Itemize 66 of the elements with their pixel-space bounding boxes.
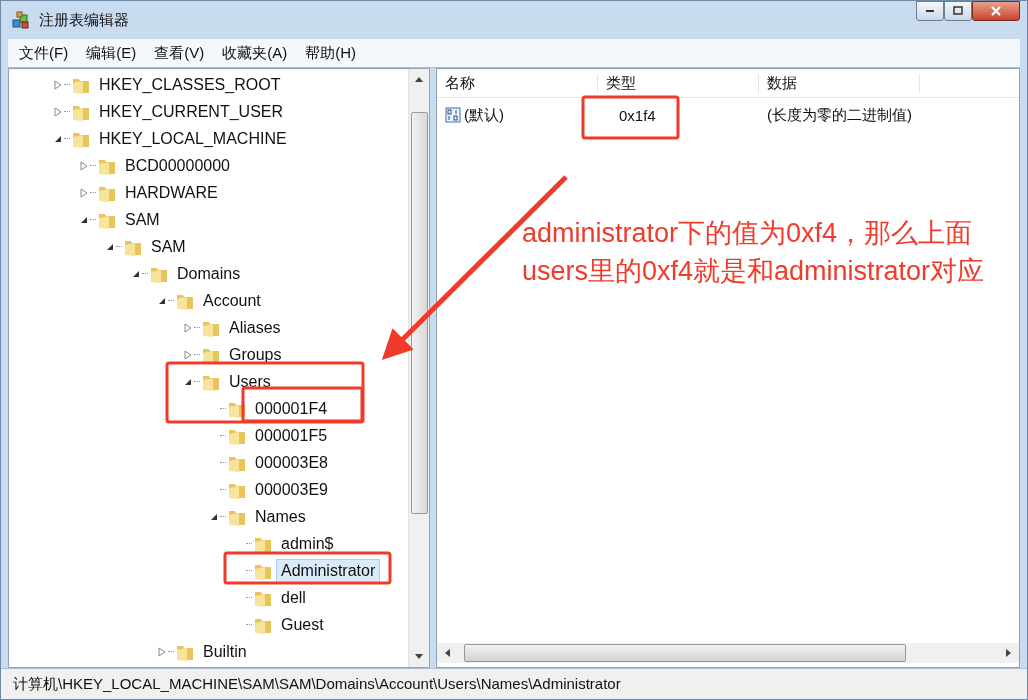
scroll-up-icon[interactable] bbox=[415, 77, 423, 82]
tree-item[interactable]: 000003E8 bbox=[251, 451, 332, 474]
expanded-icon[interactable] bbox=[210, 512, 218, 521]
binary-value-icon bbox=[445, 107, 461, 123]
tree-item[interactable]: SAM bbox=[147, 235, 190, 258]
scrollbar-thumb[interactable] bbox=[464, 644, 906, 662]
collapsed-icon[interactable] bbox=[80, 160, 88, 171]
collapsed-icon[interactable] bbox=[184, 322, 192, 333]
tree-item[interactable]: 000001F5 bbox=[251, 424, 332, 447]
tree-item[interactable]: Account bbox=[199, 289, 265, 312]
menu-item[interactable]: 收藏夹(A) bbox=[217, 43, 299, 63]
expanded-icon[interactable] bbox=[54, 134, 62, 143]
tree-item[interactable]: BCD00000000 bbox=[121, 154, 234, 177]
expanded-icon[interactable] bbox=[106, 242, 114, 251]
close-icon bbox=[990, 6, 1002, 16]
collapsed-icon[interactable] bbox=[158, 646, 166, 657]
column-header[interactable]: 数据 bbox=[759, 73, 920, 93]
tree-item[interactable]: Names bbox=[251, 505, 310, 528]
tree-item[interactable]: Guest bbox=[277, 613, 328, 636]
collapsed-icon[interactable] bbox=[54, 79, 62, 90]
window-title: 注册表编辑器 bbox=[39, 10, 129, 30]
tree-item[interactable]: SAM bbox=[121, 208, 164, 231]
scrollbar-thumb[interactable] bbox=[410, 112, 428, 514]
scroll-down-icon[interactable] bbox=[415, 654, 423, 659]
tree-item[interactable]: HKEY_CURRENT_USER bbox=[95, 100, 288, 123]
tree-item[interactable]: 000003E9 bbox=[251, 478, 332, 501]
expanded-icon[interactable] bbox=[80, 215, 88, 224]
scroll-left-icon[interactable] bbox=[445, 649, 450, 657]
tree-item[interactable]: admin$ bbox=[277, 532, 338, 555]
tree-item[interactable]: Builtin bbox=[199, 640, 251, 663]
menu-item[interactable]: 查看(V) bbox=[149, 43, 216, 63]
tree-item[interactable]: Administrator bbox=[277, 559, 380, 582]
maximize-button[interactable] bbox=[944, 1, 972, 21]
tree-item[interactable]: Aliases bbox=[225, 316, 285, 339]
table-cell-text: (长度为零的二进制值) bbox=[766, 105, 913, 125]
table-cell-text: 0x1f4 bbox=[618, 106, 657, 124]
tree-item[interactable]: Groups bbox=[225, 343, 286, 366]
menu-item[interactable]: 文件(F) bbox=[14, 43, 80, 63]
expanded-icon[interactable] bbox=[158, 296, 166, 305]
minimize-button[interactable] bbox=[916, 1, 944, 21]
close-button[interactable] bbox=[972, 1, 1020, 21]
annotation-text: administrator下的值为0xf4，那么上面users里的0xf4就是和administrator对应 bbox=[522, 217, 986, 288]
expanded-icon[interactable] bbox=[184, 377, 192, 386]
minimize-icon bbox=[926, 10, 934, 12]
expanded-icon[interactable] bbox=[132, 269, 140, 278]
tree-item[interactable]: dell bbox=[277, 586, 310, 609]
column-header[interactable]: 名称 bbox=[437, 73, 598, 93]
table-cell: (默认) bbox=[464, 105, 504, 125]
tree-item[interactable]: Users bbox=[225, 370, 275, 393]
status-bar: 计算机\HKEY_LOCAL_MACHINE\SAM\SAM\Domains\Account\Users\Names\Administrator bbox=[1, 668, 1027, 699]
column-header[interactable]: 类型 bbox=[598, 73, 759, 93]
vertical-scrollbar[interactable] bbox=[408, 69, 429, 667]
collapsed-icon[interactable] bbox=[54, 106, 62, 117]
menu-item[interactable]: 帮助(H) bbox=[300, 43, 367, 63]
tree-item[interactable]: HKEY_LOCAL_MACHINE bbox=[95, 127, 291, 150]
horizontal-scrollbar[interactable] bbox=[437, 643, 1019, 663]
cubes-icon bbox=[11, 10, 31, 30]
collapsed-icon[interactable] bbox=[184, 349, 192, 360]
tree-item[interactable]: HKEY_CLASSES_ROOT bbox=[95, 73, 285, 96]
maximize-icon bbox=[953, 6, 963, 16]
tree-item[interactable]: 000001F4 bbox=[251, 397, 332, 420]
scroll-right-icon[interactable] bbox=[1006, 649, 1011, 657]
tree-item[interactable]: Domains bbox=[173, 262, 245, 285]
collapsed-icon[interactable] bbox=[80, 187, 88, 198]
menu-item[interactable]: 编辑(E) bbox=[81, 43, 148, 63]
tree-item[interactable]: HARDWARE bbox=[121, 181, 222, 204]
